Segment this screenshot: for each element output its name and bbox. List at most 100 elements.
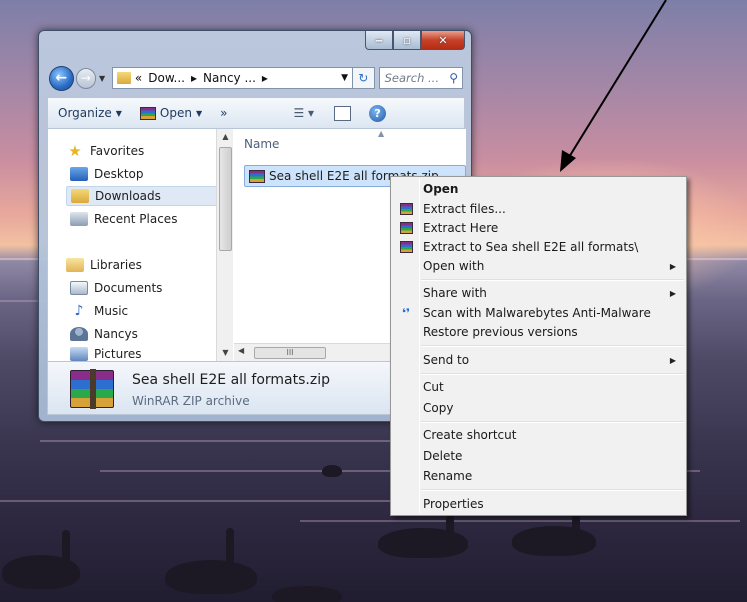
details-file-name: Sea shell E2E all formats.zip — [132, 372, 330, 388]
nav-item-label: Favorites — [90, 144, 145, 158]
refresh-icon: ↻ — [358, 71, 369, 85]
maximize-icon: ▫ — [403, 33, 411, 47]
nav-item-downloads[interactable]: Downloads — [66, 186, 218, 206]
preview-pane-icon[interactable] — [334, 105, 352, 121]
menu-item-cut[interactable]: Cut — [393, 377, 684, 397]
nav-item-label: Recent Places — [94, 212, 178, 226]
scrollbar-thumb[interactable] — [219, 147, 232, 251]
breadcrumb-downloads[interactable]: Dow... — [148, 71, 185, 85]
scroll-grip: III — [286, 348, 294, 357]
breadcrumb-overflow[interactable]: « — [135, 71, 142, 85]
menu-item-open[interactable]: Open — [393, 179, 684, 199]
caption-buttons: ‒ ▫ ✕ — [365, 31, 465, 50]
scroll-down-icon[interactable]: ▼ — [217, 345, 234, 361]
sort-indicator-icon: ▲ — [378, 129, 385, 138]
context-menu: Open Extract files... Extract Here Extra… — [390, 176, 687, 516]
search-input[interactable]: Search ... ⚲ — [378, 67, 463, 89]
submenu-arrow-icon: ▶ — [669, 288, 676, 298]
back-button[interactable]: ← — [49, 65, 74, 91]
desktop-icon — [70, 167, 88, 181]
breadcrumb-separator-icon[interactable]: ▸ — [262, 71, 268, 85]
search-icon[interactable]: ⚲ — [449, 71, 458, 85]
submenu-arrow-icon: ▶ — [669, 261, 676, 271]
chevron-down-icon: ▼ — [98, 73, 106, 83]
nav-item-favorites[interactable]: ★ Favorites — [66, 141, 144, 161]
scroll-up-icon[interactable]: ▲ — [217, 129, 234, 145]
navigation-pane: ★ Favorites Desktop Downloads Recent Pla… — [48, 129, 224, 361]
menu-separator — [421, 421, 684, 423]
refresh-button[interactable]: ↻ — [353, 67, 375, 89]
maximize-button[interactable]: ▫ — [393, 31, 421, 50]
menu-item-send-to[interactable]: Send to ▶ — [393, 350, 684, 370]
menu-separator — [421, 373, 684, 375]
change-view-icon[interactable]: ☰ ▾ — [293, 106, 314, 120]
nav-item-desktop[interactable]: Desktop — [70, 164, 144, 184]
close-button[interactable]: ✕ — [421, 31, 465, 50]
menu-item-scan-malwarebytes[interactable]: ❛❜ Scan with Malwarebytes Anti-Malware — [393, 303, 684, 323]
open-label: Open — [159, 106, 192, 120]
menu-item-delete[interactable]: Delete — [393, 446, 684, 466]
menu-item-share-with[interactable]: Share with ▶ — [393, 283, 684, 303]
column-header-name[interactable]: Name — [244, 137, 279, 151]
back-arrow-icon: ← — [55, 70, 68, 86]
winrar-icon — [399, 222, 413, 234]
nav-item-label: Nancys — [94, 327, 138, 341]
libraries-icon — [66, 258, 84, 272]
nav-item-label: Libraries — [90, 258, 142, 272]
downloads-folder-icon — [71, 189, 89, 203]
nav-item-pictures[interactable]: Pictures — [70, 346, 142, 361]
nav-item-recent-places[interactable]: Recent Places — [70, 209, 177, 229]
forward-button[interactable]: → — [75, 67, 97, 89]
menu-separator — [421, 345, 684, 347]
more-commands-button[interactable]: » — [220, 106, 227, 120]
winrar-archive-large-icon — [70, 369, 114, 409]
breadcrumb[interactable]: « Dow... ▸ Nancy ... ▸ ▼ — [111, 67, 354, 89]
nav-item-music[interactable]: ♪ Music — [70, 301, 129, 321]
menu-item-rename[interactable]: Rename — [393, 466, 684, 486]
nav-item-label: Pictures — [94, 346, 142, 361]
breadcrumb-nancy[interactable]: Nancy ... — [203, 71, 256, 85]
menu-item-properties[interactable]: Properties — [393, 494, 684, 514]
address-bar: ← → ▼ « Dow... ▸ Nancy ... ▸ ▼ ↻ Search … — [49, 65, 463, 91]
open-button[interactable]: Open ▼ — [139, 106, 203, 120]
details-file-type: WinRAR ZIP archive — [132, 394, 250, 408]
command-bar: Organize ▼ Open ▼ » ☰ ▾ ? — [47, 97, 465, 129]
address-dropdown-icon[interactable]: ▼ — [341, 73, 348, 83]
recent-pages-dropdown[interactable]: ▼ — [96, 74, 108, 83]
winrar-icon — [139, 106, 156, 120]
menu-item-extract-here[interactable]: Extract Here — [393, 218, 684, 238]
organize-button[interactable]: Organize ▼ — [58, 106, 122, 120]
menu-item-create-shortcut[interactable]: Create shortcut — [393, 425, 684, 445]
chevron-down-icon: ▼ — [195, 108, 203, 118]
winrar-icon — [399, 203, 413, 215]
breadcrumb-separator-icon[interactable]: ▸ — [191, 71, 197, 85]
chevron-down-icon: ▼ — [115, 108, 122, 118]
winrar-archive-icon — [249, 169, 265, 183]
nav-item-label: Downloads — [95, 189, 161, 203]
recent-places-icon — [70, 212, 88, 226]
help-icon[interactable]: ? — [369, 104, 387, 122]
music-icon: ♪ — [74, 303, 84, 319]
navigation-scrollbar[interactable]: ▲ ▼ — [216, 129, 233, 361]
minimize-icon: ‒ — [375, 33, 383, 47]
menu-item-extract-to[interactable]: Extract to Sea shell E2E all formats\ — [393, 237, 684, 257]
scroll-left-icon[interactable]: ◀ — [238, 346, 244, 355]
forward-arrow-icon: → — [80, 71, 91, 85]
menu-item-copy[interactable]: Copy — [393, 398, 684, 418]
search-placeholder: Search ... — [384, 71, 439, 85]
star-icon: ★ — [68, 142, 82, 160]
organize-label: Organize — [58, 106, 112, 120]
horizontal-scrollbar-thumb[interactable]: III — [254, 347, 326, 359]
submenu-arrow-icon: ▶ — [669, 355, 676, 365]
nav-item-documents[interactable]: Documents — [70, 278, 162, 298]
menu-item-restore-previous-versions[interactable]: Restore previous versions — [393, 322, 684, 342]
nav-item-nancys[interactable]: Nancys — [70, 324, 138, 344]
nav-item-label: Desktop — [94, 167, 144, 181]
menu-item-open-with[interactable]: Open with ▶ — [393, 256, 684, 276]
pictures-icon — [70, 346, 88, 361]
documents-icon — [70, 281, 88, 295]
nav-item-libraries[interactable]: Libraries — [66, 255, 142, 275]
nav-item-label: Music — [94, 304, 129, 318]
menu-item-extract-files[interactable]: Extract files... — [393, 199, 684, 219]
minimize-button[interactable]: ‒ — [365, 31, 393, 50]
